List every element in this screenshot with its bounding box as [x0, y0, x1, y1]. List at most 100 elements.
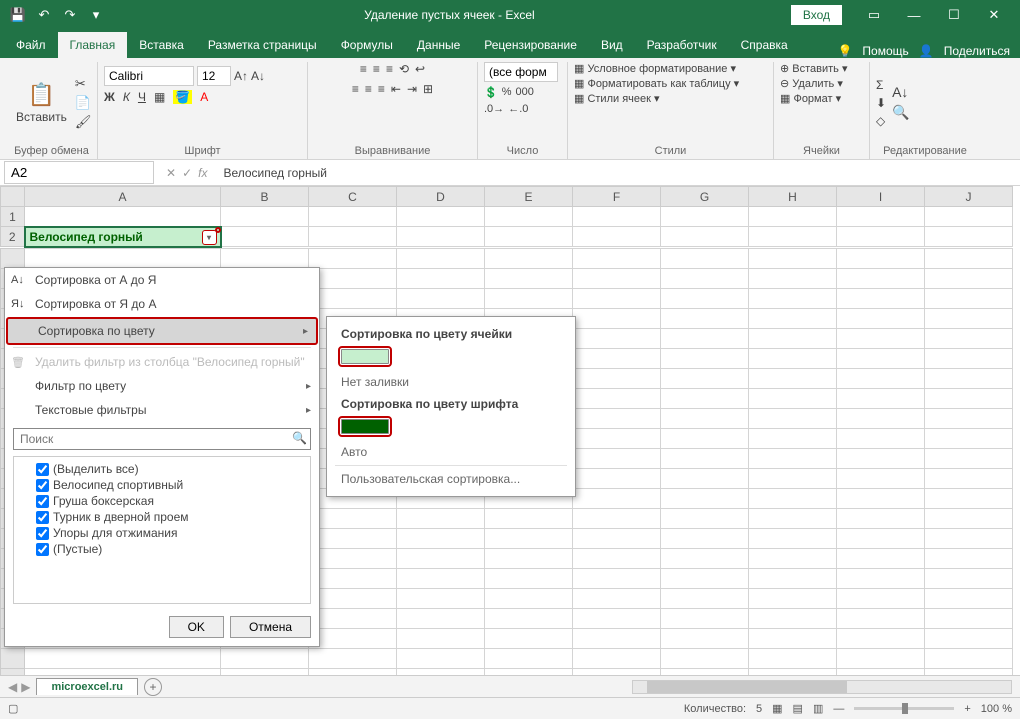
- indent-inc-icon[interactable]: ⇥: [407, 82, 417, 96]
- currency-icon[interactable]: 💲: [484, 86, 498, 99]
- increase-font-icon[interactable]: A↑: [234, 69, 248, 83]
- cell-a2[interactable]: Велосипед горный: [25, 227, 221, 247]
- tab-layout[interactable]: Разметка страницы: [196, 32, 329, 58]
- enter-formula-icon[interactable]: ✓: [182, 166, 192, 180]
- formula-input[interactable]: Велосипед горный: [215, 163, 1020, 183]
- decrease-font-icon[interactable]: A↓: [251, 69, 265, 83]
- zoom-in-icon[interactable]: +: [964, 703, 970, 715]
- font-size-select[interactable]: [197, 66, 231, 86]
- add-sheet-button[interactable]: +: [144, 678, 162, 696]
- maximize-icon[interactable]: ☐: [934, 1, 974, 29]
- record-macro-icon[interactable]: ▢: [8, 702, 18, 715]
- percent-icon[interactable]: %: [502, 86, 512, 99]
- font-name-select[interactable]: [104, 66, 194, 86]
- format-cells-button[interactable]: ▦ Формат ▾: [780, 92, 841, 105]
- col-header-c[interactable]: C: [309, 187, 397, 207]
- filter-check-item[interactable]: Велосипед спортивный: [18, 477, 306, 493]
- auto-item[interactable]: Авто: [327, 441, 575, 463]
- row-header-2[interactable]: 2: [1, 227, 25, 247]
- filter-by-color-item[interactable]: Фильтр по цвету▸: [5, 374, 319, 398]
- share-button[interactable]: Поделиться: [944, 44, 1010, 58]
- find-select-icon[interactable]: 🔍: [892, 104, 909, 121]
- col-header-e[interactable]: E: [485, 187, 573, 207]
- align-top-icon[interactable]: ≡: [360, 62, 367, 76]
- align-mid-icon[interactable]: ≡: [373, 62, 380, 76]
- qat-dropdown-icon[interactable]: ▾: [84, 3, 108, 27]
- sort-filter-icon[interactable]: A↓: [892, 84, 909, 100]
- inc-decimal-icon[interactable]: .0→: [484, 103, 504, 115]
- text-filters-item[interactable]: Текстовые фильтры▸: [5, 398, 319, 422]
- col-header-j[interactable]: J: [925, 187, 1013, 207]
- name-box[interactable]: [4, 161, 154, 184]
- cut-icon[interactable]: ✂: [75, 76, 92, 92]
- save-icon[interactable]: 💾: [6, 3, 30, 27]
- format-painter-icon[interactable]: 🖌: [75, 114, 92, 130]
- border-icon[interactable]: ▦: [154, 90, 165, 104]
- ribbon-options-icon[interactable]: ▭: [854, 1, 894, 29]
- filter-check-item[interactable]: Груша боксерская: [18, 493, 306, 509]
- col-header-d[interactable]: D: [397, 187, 485, 207]
- sort-asc-item[interactable]: A↓Сортировка от А до Я: [5, 268, 319, 292]
- number-format-select[interactable]: [484, 62, 558, 82]
- tab-developer[interactable]: Разработчик: [635, 32, 729, 58]
- col-header-a[interactable]: A: [25, 187, 221, 207]
- tab-formulas[interactable]: Формулы: [329, 32, 405, 58]
- tab-file[interactable]: Файл: [4, 32, 58, 58]
- view-normal-icon[interactable]: ▦: [772, 702, 782, 715]
- zoom-level[interactable]: 100 %: [981, 703, 1012, 715]
- tab-data[interactable]: Данные: [405, 32, 472, 58]
- tab-help[interactable]: Справка: [729, 32, 800, 58]
- align-center-icon[interactable]: ≡: [365, 82, 372, 96]
- tab-home[interactable]: Главная: [58, 32, 128, 58]
- ok-button[interactable]: OK: [169, 616, 224, 638]
- dec-decimal-icon[interactable]: ←.0: [508, 103, 528, 115]
- font-color-swatch[interactable]: [341, 419, 389, 434]
- cancel-button[interactable]: Отмена: [230, 616, 311, 638]
- filter-check-item[interactable]: Упоры для отжимания: [18, 525, 306, 541]
- next-sheet-icon[interactable]: ▶: [21, 680, 30, 694]
- view-break-icon[interactable]: ▥: [813, 702, 823, 715]
- wrap-text-icon[interactable]: ↩: [415, 62, 425, 76]
- col-header-b[interactable]: B: [221, 187, 309, 207]
- insert-cells-button[interactable]: ⊕ Вставить ▾: [780, 62, 848, 75]
- sheet-tab[interactable]: microexcel.ru: [36, 678, 138, 695]
- fx-icon[interactable]: fx: [198, 166, 207, 180]
- align-right-icon[interactable]: ≡: [378, 82, 385, 96]
- horizontal-scrollbar[interactable]: [632, 680, 1012, 694]
- align-left-icon[interactable]: ≡: [352, 82, 359, 96]
- filter-search-input[interactable]: [13, 428, 311, 450]
- view-layout-icon[interactable]: ▤: [793, 702, 803, 715]
- sort-by-color-item[interactable]: Сортировка по цвету▸: [6, 317, 318, 345]
- filter-check-item[interactable]: (Пустые): [18, 541, 306, 557]
- fill-icon[interactable]: ⬇: [876, 96, 886, 110]
- merge-icon[interactable]: ⊞: [423, 82, 433, 96]
- zoom-slider[interactable]: [854, 707, 954, 710]
- clear-icon[interactable]: ◇: [876, 114, 886, 128]
- filter-check-item[interactable]: Турник в дверной проем: [18, 509, 306, 525]
- conditional-formatting-button[interactable]: ▦ Условное форматирование ▾: [574, 62, 736, 75]
- copy-icon[interactable]: 📄: [75, 95, 92, 111]
- font-color-icon[interactable]: A: [200, 90, 208, 104]
- orientation-icon[interactable]: ⟲: [399, 62, 409, 76]
- signin-button[interactable]: Вход: [791, 5, 842, 25]
- format-as-table-button[interactable]: ▦ Форматировать как таблицу ▾: [574, 77, 739, 90]
- sort-desc-item[interactable]: Я↓Сортировка от Я до А: [5, 292, 319, 316]
- comma-icon[interactable]: 000: [515, 86, 533, 99]
- col-header-g[interactable]: G: [661, 187, 749, 207]
- row-header-1[interactable]: 1: [1, 207, 25, 227]
- no-fill-item[interactable]: Нет заливки: [327, 371, 575, 393]
- prev-sheet-icon[interactable]: ◀: [8, 680, 17, 694]
- col-header-h[interactable]: H: [749, 187, 837, 207]
- cell-styles-button[interactable]: ▦ Стили ячеек ▾: [574, 92, 660, 105]
- delete-cells-button[interactable]: ⊖ Удалить ▾: [780, 77, 843, 90]
- indent-dec-icon[interactable]: ⇤: [391, 82, 401, 96]
- close-icon[interactable]: ✕: [974, 1, 1014, 29]
- tab-view[interactable]: Вид: [589, 32, 635, 58]
- filter-dropdown-icon[interactable]: [202, 230, 217, 245]
- tab-review[interactable]: Рецензирование: [472, 32, 589, 58]
- autosum-icon[interactable]: Σ: [876, 78, 886, 92]
- tell-me[interactable]: Помощь: [862, 44, 908, 58]
- bold-button[interactable]: Ж: [104, 90, 115, 104]
- fill-color-icon[interactable]: 🪣: [173, 90, 192, 104]
- col-header-f[interactable]: F: [573, 187, 661, 207]
